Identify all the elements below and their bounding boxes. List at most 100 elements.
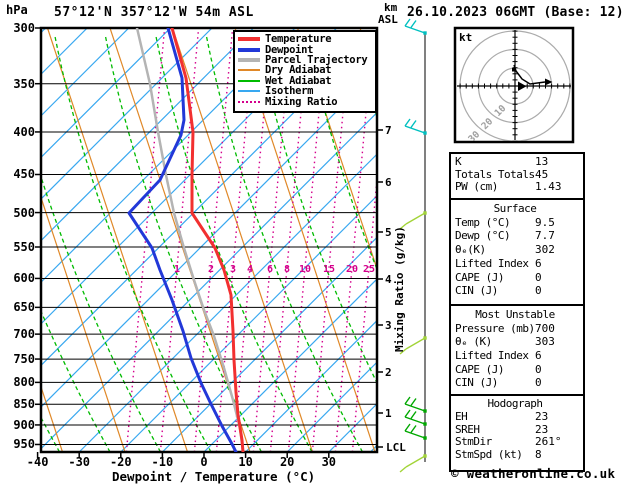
stats-row-value: 9.5	[535, 215, 555, 229]
pressure-axis-unit: hPa	[6, 3, 28, 17]
hodograph-unit-label: kt	[459, 31, 473, 44]
indices-panel: K 13 Totals Totals 45 PW (cm) 1.43	[449, 152, 585, 204]
stats-row-label: CIN (J)	[455, 376, 498, 390]
mixing-ratio-value-label: 8	[284, 264, 290, 275]
pressure-tick-label: 750	[13, 352, 35, 367]
stats-row: PW (cm) 1.43	[455, 180, 583, 194]
altitude-tick-label: 4	[385, 273, 392, 286]
temperature-tick-label: -10	[151, 455, 174, 469]
stats-row-value: 7.7	[535, 229, 555, 243]
legend-item-label: Mixing Ratio	[265, 95, 338, 108]
mixing-ratio-value-label: 10	[299, 264, 311, 275]
pressure-tick-label: 800	[13, 375, 35, 390]
stats-row-label: StmSpd (kt)	[455, 448, 523, 462]
stats-row-label: θₑ(K)	[455, 243, 486, 257]
wind-barb-icon	[404, 118, 427, 135]
legend-line-sample-icon	[238, 69, 260, 72]
stats-row-label: Totals Totals	[455, 167, 535, 181]
temperature-tick-label: 0	[200, 455, 208, 469]
temperature-tick-label: 20	[279, 455, 295, 469]
legend-line-sample-icon	[238, 90, 260, 93]
stats-row-label: CIN (J)	[455, 284, 498, 298]
stats-row-value: 700	[535, 321, 555, 335]
stats-row-label: Temp (°C)	[455, 215, 511, 229]
legend: Temperature Dewpoint Parcel Trajectory Dry …	[233, 30, 377, 113]
datetime-title: 26.10.2023 06GMT (Base: 12)	[407, 5, 624, 20]
stats-row-label: StmDir	[455, 435, 492, 449]
stats-row-label: Pressure (mb)	[455, 321, 535, 335]
altitude-tick-label: 5	[385, 226, 392, 239]
stats-row-value: 6	[535, 256, 542, 270]
wind-barb-icon	[404, 423, 427, 440]
pressure-tick-label: 850	[13, 397, 35, 412]
stats-row: CIN (J) 0	[455, 284, 583, 298]
pressure-tick-label: 400	[13, 124, 35, 139]
stats-row-label: PW (cm)	[455, 180, 498, 194]
stats-row: Temp (°C) 9.5	[455, 216, 583, 230]
hodograph-panel: Hodograph EH 23 SREH 23 StmDir 261° StmSpd (kt)…	[449, 394, 585, 472]
legend-line-sample-icon	[238, 100, 260, 103]
stats-row: θₑ(K) 302	[455, 243, 583, 257]
stats-row-value: 13	[535, 155, 549, 168]
hodograph: 102030	[453, 26, 575, 144]
skewt-sounding-page: 1 2 3 4 6 8 10 15 20 25 10 20 30 hPa 57°12'N 357°12'…	[0, 0, 629, 486]
mixing-ratio-value-label: 25	[363, 264, 375, 275]
temperature-axis-label: Dewpoint / Temperature (°C)	[112, 469, 316, 484]
altitude-axis-unit-asl: ASL	[378, 13, 398, 26]
temperature-tick-label: 30	[321, 455, 337, 469]
stats-row-value: 302	[535, 243, 555, 257]
altitude-tick-label: 2	[385, 366, 392, 379]
stats-row: CAPE (J) 0	[455, 271, 583, 285]
temperature-tick-label: -20	[109, 455, 132, 469]
wind-barb-icon	[404, 18, 427, 35]
stats-row-value: 303	[535, 335, 555, 349]
stats-panel-title: Most Unstable	[475, 308, 555, 321]
legend-line-sample-icon	[238, 37, 260, 42]
most-unstable-panel: Most Unstable Pressure (mb) 700 θₑ (K) 303 Li…	[449, 304, 585, 400]
pressure-tick-label: 550	[13, 240, 35, 254]
stats-row-label: SREH	[455, 422, 480, 436]
temperature-tick-label: 10	[238, 455, 253, 469]
stats-row: Pressure (mb) 700	[455, 322, 583, 336]
altitude-tick-label: 7	[385, 124, 392, 137]
stats-row-value: 6	[535, 348, 542, 362]
mixing-ratio-value-label: 4	[247, 264, 253, 275]
legend-line-sample-icon	[238, 57, 260, 62]
temperature-tick-label: -40	[26, 455, 49, 469]
stats-row-label: K	[455, 155, 462, 168]
legend-line-sample-icon	[238, 47, 260, 52]
stats-row-label: Dewp (°C)	[455, 229, 511, 243]
stats-row-label: Lifted Index	[455, 348, 529, 362]
stats-row-value: 0	[535, 362, 542, 376]
stats-row-value: 1.43	[535, 180, 562, 194]
stats-row: StmSpd (kt) 8	[455, 448, 583, 462]
stats-row: Lifted Index 6	[455, 349, 583, 363]
stats-row-label: CAPE (J)	[455, 270, 504, 284]
pressure-tick-label: 450	[13, 167, 35, 182]
stats-row-label: CAPE (J)	[455, 362, 504, 376]
temperature-tick-label: -30	[68, 455, 91, 469]
pressure-tick-label: 650	[13, 300, 35, 315]
mixing-ratio-value-label: 20	[346, 264, 358, 275]
stats-row-value: 0	[535, 270, 542, 284]
stats-row-label: EH	[455, 409, 468, 423]
stats-row-value: 8	[535, 448, 542, 462]
mixing-ratio-value-label: 1	[174, 264, 180, 275]
pressure-tick-label: 500	[13, 205, 35, 220]
mixing-ratio-axis-label: Mixing Ratio (g/kg)	[393, 226, 406, 352]
stats-row: CIN (J) 0	[455, 376, 583, 390]
stats-panel-title: Surface	[493, 202, 537, 215]
stats-row: Dewp (°C) 7.7	[455, 229, 583, 243]
pressure-tick-label: 900	[13, 417, 35, 432]
station-title: 57°12'N 357°12'W 54m ASL	[54, 5, 254, 20]
stats-row: CAPE (J) 0	[455, 363, 583, 377]
pressure-tick-label: 600	[13, 271, 35, 286]
pressure-tick-label: 350	[13, 76, 35, 91]
stats-row-value: 23	[535, 409, 549, 423]
stats-row-label: Lifted Index	[455, 256, 529, 270]
surface-panel: Surface Temp (°C) 9.5 Dewp (°C) 7.7 θₑ(K) 302 L…	[449, 198, 585, 308]
altitude-tick-label: 1	[385, 407, 392, 420]
mixing-ratio-value-label: 15	[323, 264, 335, 275]
mixing-ratio-value-label: 3	[230, 264, 236, 275]
stats-row: Lifted Index 6	[455, 257, 583, 271]
